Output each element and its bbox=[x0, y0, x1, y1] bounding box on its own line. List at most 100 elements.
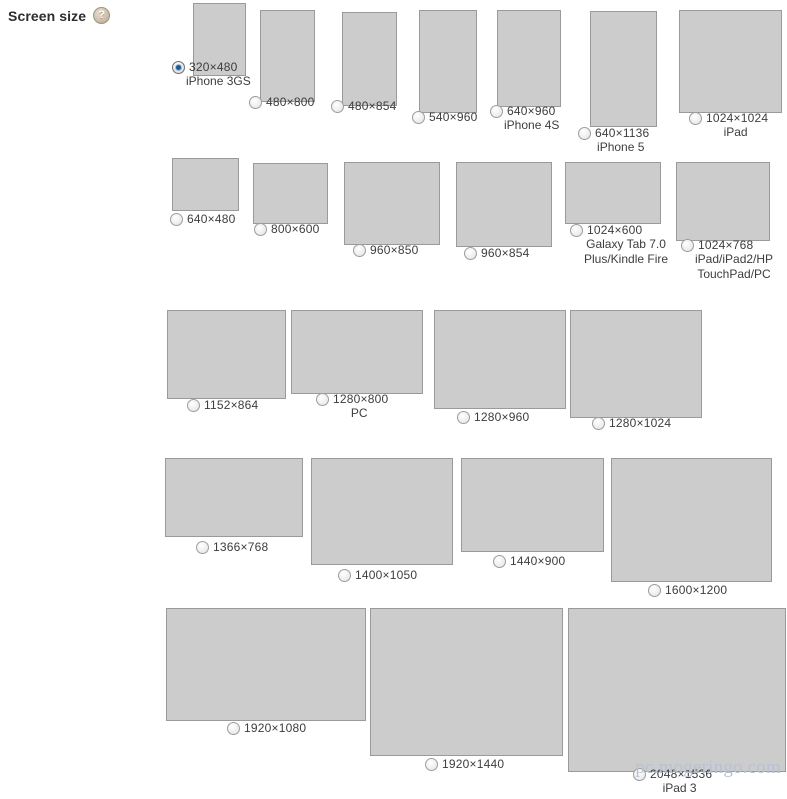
screen-size-radio[interactable] bbox=[570, 223, 583, 237]
screen-thumbnail[interactable] bbox=[370, 608, 563, 756]
screen-thumbnail[interactable] bbox=[611, 458, 772, 582]
screen-size-label: 800×600 bbox=[254, 222, 319, 236]
device-name-text: iPhone 4S bbox=[504, 118, 560, 132]
screen-thumbnail[interactable] bbox=[172, 158, 239, 211]
screen-size-options: 320×480 iPhone 3GS 480×800 480×854 540×960 64… bbox=[0, 0, 787, 799]
screen-dimensions-text: 1440×900 bbox=[510, 554, 566, 568]
screen-size-label: 1600×1200 bbox=[648, 583, 727, 597]
screen-dimensions-text: 1024×1024 bbox=[706, 111, 769, 125]
screen-dimensions-text: 1024×600 bbox=[587, 223, 643, 237]
screen-size-label: 1024×600 Galaxy Tab 7.0 Plus/Kindle Fire bbox=[570, 223, 668, 267]
screen-size-radio[interactable] bbox=[425, 757, 438, 771]
screen-dimensions-text: 2048×1536 bbox=[650, 767, 713, 781]
screen-dimensions-text: 480×854 bbox=[348, 99, 397, 113]
screen-thumbnail[interactable] bbox=[497, 10, 561, 107]
device-name-text: TouchPad/PC bbox=[697, 267, 771, 281]
screen-thumbnail[interactable] bbox=[419, 10, 477, 113]
screen-thumbnail[interactable] bbox=[676, 162, 770, 241]
screen-size-label: 2048×1536 iPad 3 bbox=[633, 767, 712, 796]
screen-dimensions-text: 1920×1440 bbox=[442, 757, 505, 771]
screen-size-label: 1280×800 PC bbox=[316, 392, 388, 421]
screen-size-radio[interactable] bbox=[493, 554, 506, 568]
screen-dimensions-text: 1400×1050 bbox=[355, 568, 418, 582]
screen-size-label: 1920×1080 bbox=[227, 721, 306, 735]
screen-size-radio[interactable] bbox=[353, 243, 366, 257]
screen-thumbnail[interactable] bbox=[461, 458, 604, 552]
screen-size-label: 640×1136 iPhone 5 bbox=[578, 126, 649, 155]
screen-thumbnail[interactable] bbox=[165, 458, 303, 537]
device-name-text: iPad/iPad2/HP bbox=[695, 252, 774, 266]
screen-dimensions-text: 640×480 bbox=[187, 212, 236, 226]
screen-dimensions-text: 320×480 bbox=[189, 60, 238, 74]
screen-size-label: 540×960 bbox=[412, 110, 477, 124]
screen-size-label: 480×854 bbox=[331, 99, 396, 113]
screen-size-label: 1440×900 bbox=[493, 554, 565, 568]
screen-size-label: 1024×768 iPad/iPad2/HP TouchPad/PC bbox=[681, 238, 773, 282]
screen-dimensions-text: 480×800 bbox=[266, 95, 315, 109]
screen-size-radio[interactable] bbox=[172, 60, 185, 74]
screen-size-radio[interactable] bbox=[457, 410, 470, 424]
screen-size-label: 320×480 iPhone 3GS bbox=[172, 60, 251, 89]
screen-size-radio[interactable] bbox=[648, 583, 661, 597]
screen-size-label: 960×854 bbox=[464, 246, 529, 260]
screen-thumbnail[interactable] bbox=[342, 12, 397, 106]
device-name-text: iPad bbox=[723, 125, 748, 139]
screen-dimensions-text: 960×854 bbox=[481, 246, 530, 260]
screen-size-radio[interactable] bbox=[249, 95, 262, 109]
screen-size-radio[interactable] bbox=[490, 104, 503, 118]
screen-size-radio[interactable] bbox=[331, 99, 344, 113]
screen-thumbnail[interactable] bbox=[570, 310, 702, 418]
screen-size-label: 1920×1440 bbox=[425, 757, 504, 771]
screen-size-label: 640×960 iPhone 4S bbox=[490, 104, 559, 133]
screen-size-radio[interactable] bbox=[254, 222, 267, 236]
screen-dimensions-text: 1280×1024 bbox=[609, 416, 672, 430]
screen-thumbnail[interactable] bbox=[679, 10, 782, 113]
screen-dimensions-text: 1280×800 bbox=[333, 392, 389, 406]
screen-thumbnail[interactable] bbox=[260, 10, 315, 102]
screen-size-label: 1280×960 bbox=[457, 410, 529, 424]
device-name-text: Galaxy Tab 7.0 bbox=[586, 237, 666, 251]
screen-size-label: 1024×1024 iPad bbox=[689, 111, 768, 140]
screen-dimensions-text: 1024×768 bbox=[698, 238, 754, 252]
screen-size-radio[interactable] bbox=[633, 767, 646, 781]
screen-size-label: 640×480 bbox=[170, 212, 235, 226]
screen-dimensions-text: 800×600 bbox=[271, 222, 320, 236]
screen-size-radio[interactable] bbox=[464, 246, 477, 260]
screen-thumbnail[interactable] bbox=[253, 163, 328, 224]
device-name-text: Plus/Kindle Fire bbox=[584, 252, 669, 266]
device-name-text: PC bbox=[350, 406, 368, 420]
screen-thumbnail[interactable] bbox=[166, 608, 366, 721]
screen-thumbnail[interactable] bbox=[311, 458, 453, 565]
screen-dimensions-text: 540×960 bbox=[429, 110, 478, 124]
screen-size-label: 480×800 bbox=[249, 95, 314, 109]
screen-size-radio[interactable] bbox=[227, 721, 240, 735]
screen-size-radio[interactable] bbox=[592, 416, 605, 430]
screen-thumbnail[interactable] bbox=[167, 310, 286, 399]
screen-size-radio[interactable] bbox=[187, 398, 200, 412]
screen-thumbnail[interactable] bbox=[568, 608, 786, 772]
screen-size-radio[interactable] bbox=[196, 540, 209, 554]
screen-dimensions-text: 640×1136 bbox=[595, 126, 650, 140]
screen-size-label: 960×850 bbox=[353, 243, 418, 257]
screen-thumbnail[interactable] bbox=[565, 162, 661, 224]
device-name-text: iPad 3 bbox=[662, 781, 697, 795]
screen-size-radio[interactable] bbox=[316, 392, 329, 406]
screen-dimensions-text: 1152×864 bbox=[204, 398, 259, 412]
screen-thumbnail[interactable] bbox=[344, 162, 440, 245]
screen-thumbnail[interactable] bbox=[456, 162, 552, 247]
screen-size-radio[interactable] bbox=[338, 568, 351, 582]
screen-size-radio[interactable] bbox=[412, 110, 425, 124]
screen-thumbnail[interactable] bbox=[291, 310, 423, 394]
screen-size-label: 1280×1024 bbox=[592, 416, 671, 430]
screen-dimensions-text: 640×960 bbox=[507, 104, 556, 118]
screen-dimensions-text: 960×850 bbox=[370, 243, 419, 257]
screen-size-radio[interactable] bbox=[689, 111, 702, 125]
screen-size-radio[interactable] bbox=[578, 126, 591, 140]
screen-thumbnail[interactable] bbox=[590, 11, 657, 127]
screen-thumbnail[interactable] bbox=[434, 310, 566, 409]
screen-size-radio[interactable] bbox=[170, 212, 183, 226]
screen-dimensions-text: 1600×1200 bbox=[665, 583, 728, 597]
screen-size-radio[interactable] bbox=[681, 238, 694, 252]
screen-dimensions-text: 1920×1080 bbox=[244, 721, 307, 735]
screen-size-label: 1400×1050 bbox=[338, 568, 417, 582]
